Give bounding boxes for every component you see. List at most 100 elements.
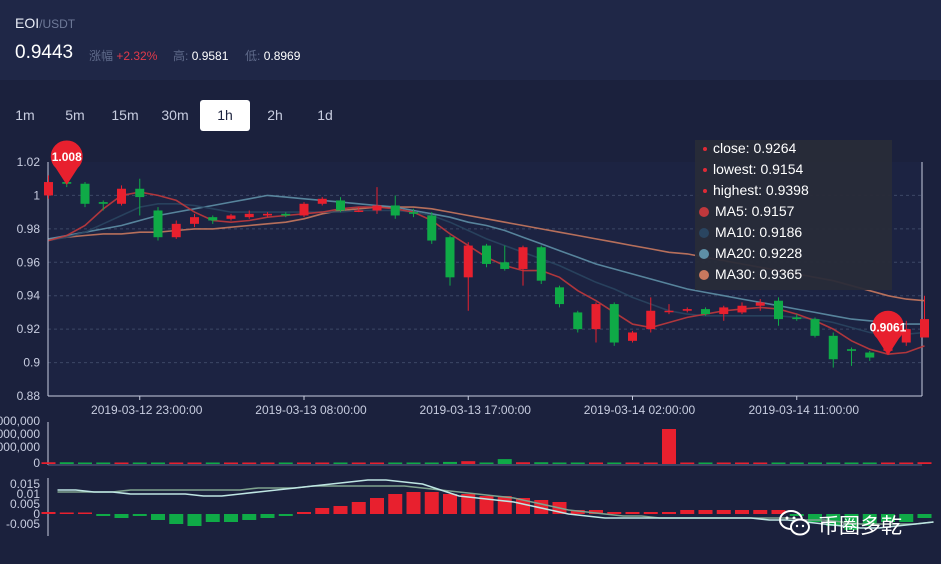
volume-bar	[899, 462, 914, 464]
volume-bar	[735, 462, 749, 464]
candle	[482, 243, 491, 268]
tooltip-highest: highest: 0.9398	[703, 180, 809, 200]
volume-bar	[552, 462, 567, 464]
candle-body	[792, 317, 802, 320]
candle-body	[153, 210, 163, 238]
volume-bar	[59, 462, 74, 464]
macd-bar	[333, 506, 348, 514]
close-dot-icon	[703, 147, 707, 152]
macd-bar	[297, 512, 311, 514]
volume-bar	[242, 462, 257, 464]
macd-bar	[41, 512, 56, 514]
volume-tick-label: 0	[33, 456, 40, 470]
macd-bar	[716, 510, 731, 514]
volume-tick-label: 000,000	[0, 440, 40, 454]
volume-bar	[643, 462, 658, 464]
volume-bar	[680, 462, 695, 464]
volume-bar	[78, 462, 92, 464]
candle-body	[682, 309, 692, 311]
candle	[628, 330, 637, 343]
volume-bar	[570, 462, 585, 464]
macd-bar	[406, 492, 421, 514]
volume-tick-label: 000,000	[0, 427, 40, 441]
y-tick-label: 1.02	[17, 155, 41, 169]
tooltip-close: close: 0.9264	[703, 138, 796, 158]
tooltip-ma30: MA30: 0.9365	[699, 264, 802, 284]
volume-bar	[534, 462, 549, 464]
volume-bar	[844, 462, 859, 464]
macd-bar	[242, 514, 257, 520]
min-marker-label: 0.9061	[870, 320, 907, 334]
macd-bar	[260, 514, 275, 518]
macd-bar	[351, 502, 366, 514]
macd-bar	[698, 510, 713, 514]
macd-bar	[78, 512, 92, 514]
candle	[299, 202, 309, 218]
volume-bar	[479, 462, 494, 464]
tooltip-lowest: lowest: 0.9154	[703, 159, 803, 179]
candle-body	[628, 332, 637, 341]
volume-bar	[351, 462, 366, 464]
volume-bar	[315, 462, 330, 464]
volume-bar	[461, 461, 476, 464]
volume-bar	[187, 462, 202, 464]
macd-tick-label: -0.005	[6, 517, 40, 531]
candle-body	[609, 304, 619, 343]
volume-bar	[589, 462, 603, 464]
candle-body	[865, 352, 875, 358]
candle-body	[117, 188, 126, 204]
candle-body	[44, 182, 53, 196]
volume-bar	[260, 462, 275, 464]
candle-body	[828, 335, 838, 360]
candle-body	[573, 312, 583, 330]
volume-bar	[771, 462, 786, 464]
macd-bar	[680, 510, 695, 514]
candle-body	[299, 203, 309, 216]
macd-bar	[96, 514, 111, 516]
candle-body	[171, 223, 181, 238]
candle-body	[847, 349, 856, 351]
macd-bar	[662, 512, 676, 514]
volume-bar	[224, 462, 238, 464]
macd-bar	[224, 514, 238, 522]
candle-body	[427, 215, 437, 241]
macd-bar	[132, 514, 147, 516]
lowest-dot-icon	[703, 168, 707, 173]
macd-bar	[187, 514, 202, 526]
macd-bar	[151, 514, 165, 520]
volume-bar	[205, 462, 220, 464]
tooltip: close: 0.9264 lowest: 0.9154 highest: 0.…	[695, 140, 892, 290]
watermark-text: 币圈多乾	[818, 514, 902, 538]
candle	[153, 207, 163, 241]
y-tick-label: 1	[33, 188, 40, 202]
y-tick-label: 0.9	[23, 356, 40, 370]
candle-body	[737, 305, 747, 313]
candle-body	[518, 247, 528, 269]
tooltip-ma20: MA20: 0.9228	[699, 243, 802, 263]
y-tick-label: 0.98	[17, 222, 41, 236]
y-tick-label: 0.88	[17, 389, 41, 403]
tooltip-ma10: MA10: 0.9186	[699, 222, 802, 242]
volume-bar	[388, 462, 403, 464]
candle-body	[536, 247, 546, 281]
volume-bar	[406, 462, 421, 464]
candle-body	[354, 210, 364, 212]
macd-bar	[278, 514, 293, 516]
candle-body	[208, 217, 218, 221]
candle-body	[244, 213, 254, 218]
volume-bar	[662, 429, 676, 464]
candle-body	[719, 307, 729, 315]
volume-bar	[169, 462, 184, 464]
macd-bar	[735, 510, 749, 514]
candle	[536, 245, 546, 285]
volume-bar	[607, 462, 622, 464]
y-tick-label: 0.92	[17, 322, 41, 336]
volume-bar	[41, 462, 56, 464]
x-tick-label: 2019-03-14 02:00:00	[584, 403, 696, 417]
tooltip-ma5: MA5: 0.9157	[699, 201, 794, 221]
x-tick-label: 2019-03-12 23:00:00	[91, 403, 203, 417]
macd-bar	[315, 508, 330, 514]
volume-bar	[698, 462, 713, 464]
candle-body	[646, 310, 656, 330]
candle-body	[80, 183, 90, 204]
